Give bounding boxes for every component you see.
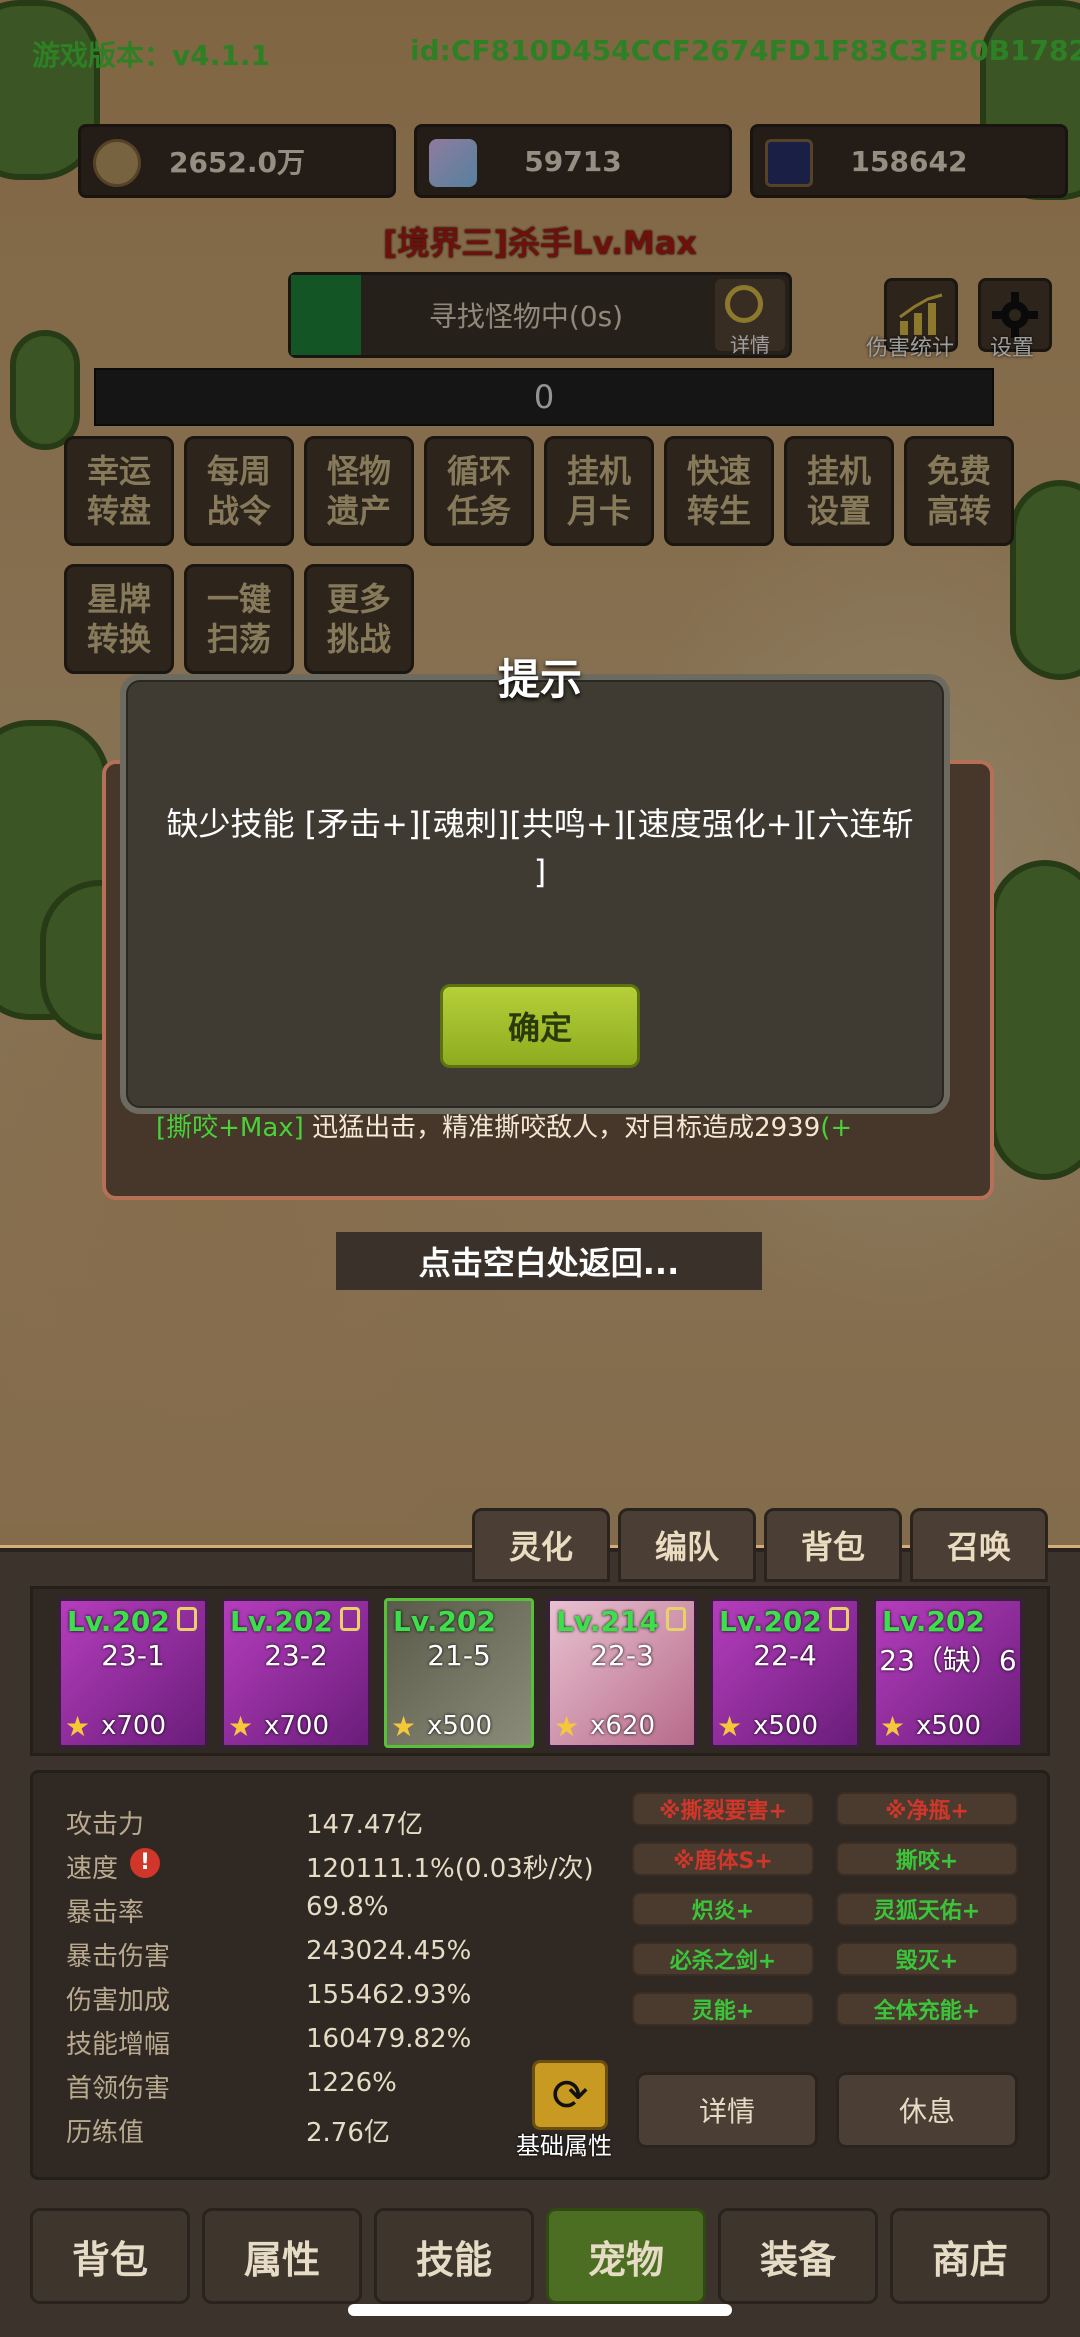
pet-card[interactable]: Lv.202 23-1 ★ x700: [58, 1598, 208, 1748]
star-icon: ★: [228, 1710, 254, 1743]
stat-label: 速度: [66, 1854, 119, 1884]
skill-pill[interactable]: 必杀之剑+: [632, 1942, 814, 1976]
skill-tag: [撕咬+Max]: [156, 1113, 304, 1143]
tab-spiritualize[interactable]: 灵化: [472, 1508, 610, 1582]
pet-cost: x620: [590, 1711, 656, 1741]
skill-description: [撕咬+Max] 迅猛出击，精准撕咬敌人，对目标造成2939(+: [156, 1110, 936, 1158]
nav-pets[interactable]: 宠物: [546, 2208, 706, 2304]
stat-value: 155462.93%: [306, 1980, 472, 2010]
pet-cost: x700: [101, 1711, 167, 1741]
pet-cost: x700: [264, 1711, 330, 1741]
rest-button[interactable]: 休息: [836, 2072, 1018, 2148]
warning-icon[interactable]: !: [130, 1848, 160, 1878]
dialog-message: 缺少技能 [矛击+][魂刺][共鸣+][速度强化+][六连斩 ]: [150, 800, 930, 896]
stat-value: 1226%: [306, 2068, 397, 2098]
dialog-message-line2: ]: [533, 853, 547, 891]
pet-cost: x500: [427, 1711, 493, 1741]
dialog-title: 提示: [497, 655, 582, 704]
tab-summon[interactable]: 召唤: [910, 1508, 1048, 1582]
detail-button[interactable]: 详情: [636, 2072, 818, 2148]
pet-card-selected[interactable]: Lv.202 21-5 ★ x500: [384, 1598, 534, 1748]
stat-label: 历练值: [66, 2118, 145, 2148]
skill-extra: (+: [820, 1113, 853, 1143]
skill-pill[interactable]: 撕咬+: [836, 1842, 1018, 1876]
star-icon: ★: [65, 1710, 91, 1743]
skill-pill[interactable]: ※撕裂要害+: [632, 1792, 814, 1826]
pet-card[interactable]: Lv.202 23（缺）6 ★ x500: [873, 1598, 1023, 1748]
tab-formation[interactable]: 编队: [618, 1508, 756, 1582]
skill-pill[interactable]: 毁灭+: [836, 1942, 1018, 1976]
skill-pill[interactable]: ※鹿体S+: [632, 1842, 814, 1876]
nav-shop[interactable]: 商店: [890, 2208, 1050, 2304]
stat-value: 2.76亿: [306, 2118, 390, 2148]
stat-label: 伤害加成: [66, 1986, 171, 2016]
star-icon: ★: [554, 1710, 580, 1743]
dialog-message-line1: 缺少技能 [矛击+][魂刺][共鸣+][速度强化+][六连斩: [166, 805, 914, 843]
pet-level: Lv.202: [719, 1605, 822, 1638]
stat-label: 技能增幅: [66, 2030, 171, 2060]
lock-icon: [177, 1607, 197, 1631]
nav-skills[interactable]: 技能: [374, 2208, 534, 2304]
refresh-icon[interactable]: ⟳: [532, 2060, 608, 2130]
skill-text: 迅猛出击，精准撕咬敌人，对目标造成2939: [303, 1113, 821, 1143]
tab-bag[interactable]: 背包: [764, 1508, 902, 1582]
stat-label: 首领伤害: [66, 2074, 171, 2104]
star-icon: ★: [391, 1710, 417, 1743]
pet-level: Lv.202: [230, 1605, 333, 1638]
pet-cost: x500: [753, 1711, 819, 1741]
nav-attributes[interactable]: 属性: [202, 2208, 362, 2304]
pet-id: 23-2: [264, 1639, 328, 1672]
tap-to-return-hint[interactable]: 点击空白处返回...: [336, 1232, 762, 1290]
pet-id: 23-1: [101, 1639, 165, 1672]
stat-label: 暴击率: [66, 1898, 145, 1928]
home-indicator[interactable]: [348, 2304, 732, 2316]
stat-value: 243024.45%: [306, 1936, 472, 1966]
stat-value: 69.8%: [306, 1892, 389, 1922]
pet-level: Lv.202: [393, 1605, 496, 1638]
pet-card[interactable]: Lv.202 22-4 ★ x500: [710, 1598, 860, 1748]
pet-id: 23（缺）6: [879, 1644, 1017, 1677]
pet-cost: x500: [916, 1711, 982, 1741]
skill-pill[interactable]: 炽炎+: [632, 1892, 814, 1926]
lock-icon: [666, 1607, 686, 1631]
pet-card[interactable]: Lv.202 23-2 ★ x700: [221, 1598, 371, 1748]
star-icon: ★: [717, 1710, 743, 1743]
nav-bag[interactable]: 背包: [30, 2208, 190, 2304]
pet-id: 22-4: [753, 1639, 817, 1672]
pet-level: Lv.202: [882, 1605, 985, 1638]
pet-id: 21-5: [427, 1639, 491, 1672]
skill-pill[interactable]: ※净瓶+: [836, 1792, 1018, 1826]
stat-value: 147.47亿: [306, 1810, 423, 1840]
stat-label: 暴击伤害: [66, 1942, 171, 1972]
confirm-button[interactable]: 确定: [440, 984, 640, 1068]
skill-pill[interactable]: 灵狐天佑+: [836, 1892, 1018, 1926]
pet-level: Lv.202: [67, 1605, 170, 1638]
lock-icon: [829, 1607, 849, 1631]
stat-value: 120111.1%(0.03秒/次): [306, 1854, 594, 1884]
star-icon: ★: [880, 1710, 906, 1743]
pet-card[interactable]: Lv.214 22-3 ★ x620: [547, 1598, 697, 1748]
nav-equipment[interactable]: 装备: [718, 2208, 878, 2304]
skill-pill[interactable]: 灵能+: [632, 1992, 814, 2026]
stat-label: 攻击力: [66, 1810, 145, 1840]
stat-value: 160479.82%: [306, 2024, 472, 2054]
skill-pill[interactable]: 全体充能+: [836, 1992, 1018, 2026]
lock-icon: [340, 1607, 360, 1631]
base-attr-label: 基础属性: [516, 2132, 612, 2160]
pet-level: Lv.214: [556, 1605, 659, 1638]
pet-id: 22-3: [590, 1639, 654, 1672]
